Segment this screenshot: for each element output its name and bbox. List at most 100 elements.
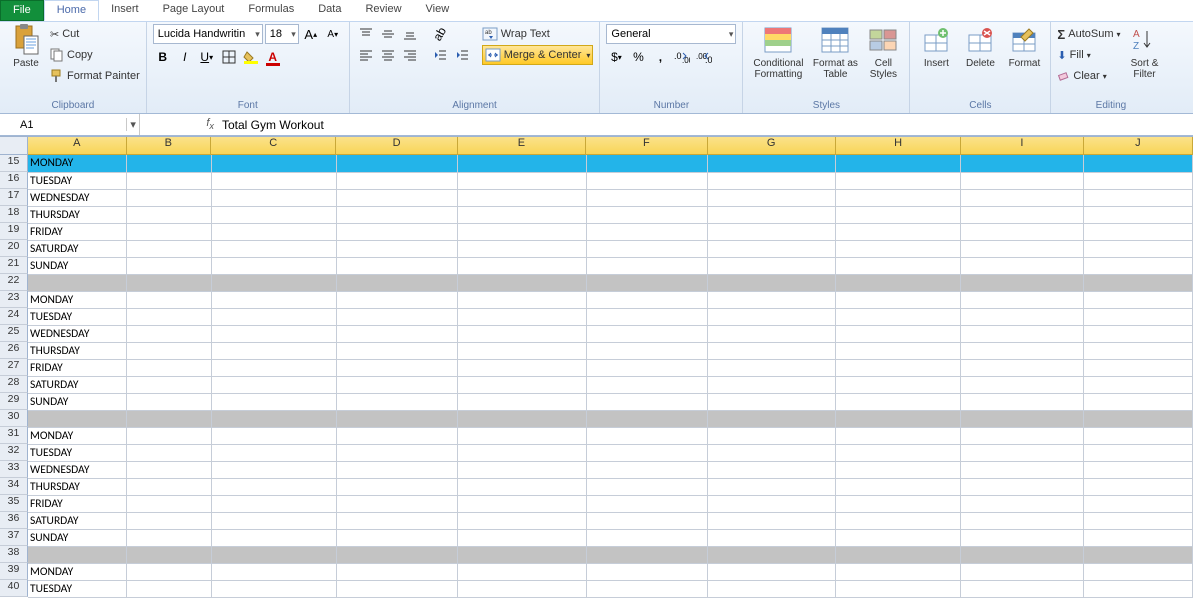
fill-button[interactable]: ⬇Fill▾ <box>1057 45 1120 65</box>
cell-J21[interactable] <box>1083 257 1192 274</box>
cell-H28[interactable] <box>836 376 961 393</box>
row-header-32[interactable]: 32 <box>0 444 28 461</box>
cell-D35[interactable] <box>337 495 458 512</box>
cell-G33[interactable] <box>707 461 835 478</box>
cell-B21[interactable] <box>127 257 212 274</box>
align-bottom-button[interactable] <box>400 24 420 44</box>
formula-input[interactable]: Total Gym Workout <box>218 114 1193 135</box>
cell-F38[interactable] <box>586 546 707 563</box>
cell-A32[interactable]: TUESDAY <box>28 444 127 461</box>
cell-B24[interactable] <box>127 308 212 325</box>
cell-J30[interactable] <box>1083 410 1192 427</box>
cell-B36[interactable] <box>127 512 212 529</box>
clear-button[interactable]: Clear▾ <box>1057 66 1120 86</box>
cell-D36[interactable] <box>337 512 458 529</box>
font-size-select[interactable]: 18 <box>265 24 299 44</box>
cell-J26[interactable] <box>1083 342 1192 359</box>
col-header-I[interactable]: I <box>961 137 1083 155</box>
cell-C17[interactable] <box>211 189 336 206</box>
cell-E16[interactable] <box>458 172 586 189</box>
cell-J18[interactable] <box>1083 206 1192 223</box>
cell-I29[interactable] <box>961 393 1083 410</box>
cell-D40[interactable] <box>337 580 458 597</box>
cell-G16[interactable] <box>707 172 835 189</box>
cell-I31[interactable] <box>961 427 1083 444</box>
cell-C31[interactable] <box>211 427 336 444</box>
cell-H29[interactable] <box>836 393 961 410</box>
tab-review[interactable]: Review <box>353 0 413 21</box>
cell-B30[interactable] <box>127 410 212 427</box>
cell-D21[interactable] <box>337 257 458 274</box>
cell-H24[interactable] <box>836 308 961 325</box>
cell-I21[interactable] <box>961 257 1083 274</box>
cell-C28[interactable] <box>211 376 336 393</box>
cell-F17[interactable] <box>586 189 707 206</box>
cell-J38[interactable] <box>1083 546 1192 563</box>
cell-C33[interactable] <box>211 461 336 478</box>
cell-I20[interactable] <box>961 240 1083 257</box>
cell-J25[interactable] <box>1083 325 1192 342</box>
row-header-20[interactable]: 20 <box>0 240 28 257</box>
underline-button[interactable]: U▾ <box>197 47 217 67</box>
cell-G32[interactable] <box>707 444 835 461</box>
cell-J16[interactable] <box>1083 172 1192 189</box>
cell-I23[interactable] <box>961 291 1083 308</box>
align-top-button[interactable] <box>356 24 376 44</box>
cell-F31[interactable] <box>586 427 707 444</box>
cell-G37[interactable] <box>707 529 835 546</box>
cell-H36[interactable] <box>836 512 961 529</box>
cell-A20[interactable]: SATURDAY <box>28 240 127 257</box>
cell-A36[interactable]: SATURDAY <box>28 512 127 529</box>
cell-F15[interactable] <box>586 155 707 172</box>
cell-I22[interactable] <box>961 274 1083 291</box>
cell-E20[interactable] <box>458 240 586 257</box>
cell-I35[interactable] <box>961 495 1083 512</box>
cell-G21[interactable] <box>707 257 835 274</box>
cell-B35[interactable] <box>127 495 212 512</box>
cell-C27[interactable] <box>211 359 336 376</box>
row-header-34[interactable]: 34 <box>0 478 28 495</box>
cell-E19[interactable] <box>458 223 586 240</box>
cell-B33[interactable] <box>127 461 212 478</box>
cell-A23[interactable]: MONDAY <box>28 291 127 308</box>
cell-B19[interactable] <box>127 223 212 240</box>
cell-H23[interactable] <box>836 291 961 308</box>
tab-data[interactable]: Data <box>306 0 353 21</box>
row-header-25[interactable]: 25 <box>0 325 28 342</box>
cell-C15[interactable] <box>211 155 336 172</box>
cell-J15[interactable] <box>1083 155 1192 172</box>
shrink-font-button[interactable]: A▾ <box>323 24 343 44</box>
cell-E27[interactable] <box>458 359 586 376</box>
cell-J34[interactable] <box>1083 478 1192 495</box>
cell-A29[interactable]: SUNDAY <box>28 393 127 410</box>
cell-A30[interactable] <box>28 410 127 427</box>
cell-D39[interactable] <box>337 563 458 580</box>
cell-B15[interactable] <box>127 155 212 172</box>
cell-H33[interactable] <box>836 461 961 478</box>
cell-A15[interactable]: MONDAY <box>28 155 127 172</box>
cell-F32[interactable] <box>586 444 707 461</box>
cell-G35[interactable] <box>707 495 835 512</box>
font-name-select[interactable]: Lucida Handwritin <box>153 24 263 44</box>
cell-A39[interactable]: MONDAY <box>28 563 127 580</box>
cell-E33[interactable] <box>458 461 586 478</box>
cell-G24[interactable] <box>707 308 835 325</box>
cell-I32[interactable] <box>961 444 1083 461</box>
cell-D30[interactable] <box>337 410 458 427</box>
paste-button[interactable]: Paste <box>6 24 46 69</box>
cell-A38[interactable] <box>28 546 127 563</box>
cell-J32[interactable] <box>1083 444 1192 461</box>
row-header-36[interactable]: 36 <box>0 512 28 529</box>
cell-D33[interactable] <box>337 461 458 478</box>
cell-A34[interactable]: THURSDAY <box>28 478 127 495</box>
copy-button[interactable]: Copy <box>50 45 140 65</box>
number-format-select[interactable]: General <box>606 24 736 44</box>
cell-A21[interactable]: SUNDAY <box>28 257 127 274</box>
cell-J35[interactable] <box>1083 495 1192 512</box>
cell-G29[interactable] <box>707 393 835 410</box>
cell-J19[interactable] <box>1083 223 1192 240</box>
cell-I37[interactable] <box>961 529 1083 546</box>
insert-cells-button[interactable]: Insert <box>916 24 956 69</box>
cell-B20[interactable] <box>127 240 212 257</box>
cell-C20[interactable] <box>211 240 336 257</box>
